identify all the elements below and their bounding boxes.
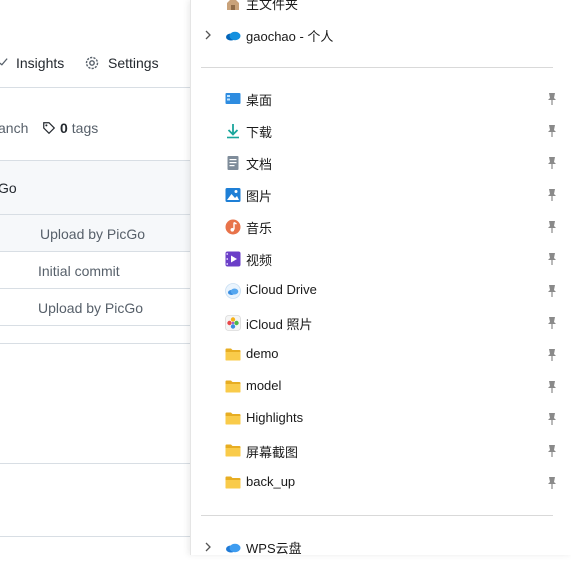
- nav-item-desktop[interactable]: 桌面: [191, 84, 571, 114]
- nav-item-label: Highlights: [246, 410, 304, 425]
- nav-item-pictures[interactable]: 图片: [191, 180, 571, 210]
- nav-item-screenshots[interactable]: 屏幕截图: [191, 436, 571, 466]
- folder-icon: [225, 476, 241, 489]
- nav-separator: [201, 67, 553, 68]
- latest-commit-fragment: Go: [0, 180, 17, 196]
- home-icon: [227, 0, 239, 10]
- divider: [0, 343, 200, 344]
- nav-item-label: iCloud Drive: [246, 282, 317, 297]
- nav-item-model[interactable]: model: [191, 372, 571, 402]
- tags-label: tags: [71, 120, 99, 136]
- tab-settings-label: Settings: [108, 55, 159, 71]
- nav-item-label: gaochao - 个人: [246, 29, 334, 44]
- folder-icon: [225, 444, 241, 457]
- divider: [0, 87, 200, 88]
- nav-item-label: demo: [246, 346, 279, 361]
- nav-item-label: iCloud 照片: [246, 317, 313, 332]
- pin-icon[interactable]: [546, 220, 558, 234]
- pin-icon[interactable]: [546, 380, 558, 394]
- music-icon: [225, 219, 241, 235]
- pin-icon[interactable]: [546, 476, 558, 490]
- pin-icon[interactable]: [546, 284, 558, 298]
- commit-message-link[interactable]: Initial commit: [38, 263, 120, 279]
- nav-item-label: 音乐: [246, 221, 273, 236]
- nav-separator: [201, 515, 553, 516]
- nav-item-label: back_up: [246, 474, 296, 489]
- tab-insights-label: Insights: [16, 55, 65, 71]
- nav-item-label: 文档: [246, 157, 273, 172]
- nav-item-label: model: [246, 378, 282, 393]
- divider: [0, 251, 200, 252]
- pin-icon[interactable]: [546, 252, 558, 266]
- nav-item-home[interactable]: 主文件夹: [191, 0, 571, 18]
- commit-header: [0, 161, 200, 214]
- nav-item-label: 图片: [246, 189, 273, 204]
- tags-count: 0: [60, 120, 68, 136]
- nav-item-label: 下载: [246, 125, 273, 140]
- commit-message-link[interactable]: Upload by PicGo: [38, 300, 143, 316]
- nav-item-documents[interactable]: 文档: [191, 148, 571, 178]
- document-icon: [227, 156, 239, 170]
- nav-item-videos[interactable]: 视频: [191, 244, 571, 274]
- pin-icon[interactable]: [546, 316, 558, 330]
- nav-item-demo[interactable]: demo: [191, 340, 571, 370]
- nav-item-label: 桌面: [246, 93, 273, 108]
- commit-message-link[interactable]: Upload by PicGo: [40, 226, 145, 242]
- nav-item-icloud-drive[interactable]: iCloud Drive: [191, 276, 571, 306]
- chevron-right-icon[interactable]: [203, 28, 213, 42]
- pin-icon[interactable]: [546, 348, 558, 362]
- nav-item-label: 主文件夹: [246, 0, 299, 12]
- pin-icon[interactable]: [546, 188, 558, 202]
- nav-item-highlights[interactable]: Highlights: [191, 404, 571, 434]
- pin-icon[interactable]: [546, 156, 558, 170]
- folder-icon: [225, 348, 241, 361]
- nav-item-back-up[interactable]: back_up: [191, 468, 571, 498]
- pin-icon[interactable]: [546, 412, 558, 426]
- folder-icon: [225, 380, 241, 393]
- pictures-icon: [225, 188, 241, 202]
- tab-settings[interactable]: Settings: [84, 55, 159, 71]
- tag-icon: [43, 122, 56, 135]
- nav-item-onedrive[interactable]: gaochao - 个人: [191, 20, 571, 50]
- github-repo-background: Insights Settings anch 0 tags Go Upload …: [0, 0, 200, 555]
- nav-item-icloud-photos[interactable]: iCloud 照片: [191, 308, 571, 338]
- wps-cloud-icon: [226, 543, 241, 553]
- divider: [0, 463, 200, 464]
- divider: [0, 536, 200, 537]
- divider: [0, 288, 200, 289]
- nav-item-music[interactable]: 音乐: [191, 212, 571, 242]
- video-icon: [225, 251, 241, 267]
- nav-item-label: WPS云盘: [246, 541, 302, 556]
- onedrive-cloud-icon: [226, 31, 241, 41]
- nav-item-label: 视频: [246, 253, 273, 268]
- explorer-navigation-pane: 主文件夹 gaochao - 个人 桌面 下载 文档 图片 音乐 视频 iClo…: [190, 0, 571, 556]
- icloud-drive-icon: [225, 283, 241, 299]
- desktop-icon: [225, 93, 241, 104]
- nav-item-label: 屏幕截图: [246, 445, 299, 460]
- insights-icon: [0, 58, 8, 66]
- nav-item-downloads[interactable]: 下载: [191, 116, 571, 146]
- icloud-photos-icon: [225, 315, 241, 331]
- pin-icon[interactable]: [546, 92, 558, 106]
- tags-link[interactable]: 0 tags: [42, 120, 98, 136]
- pin-icon[interactable]: [546, 444, 558, 458]
- gear-icon: [85, 56, 99, 70]
- pin-icon[interactable]: [546, 124, 558, 138]
- download-icon: [227, 124, 239, 139]
- branch-link[interactable]: anch: [0, 120, 28, 136]
- nav-item-wps-cloud[interactable]: WPS云盘: [191, 532, 571, 562]
- divider: [0, 325, 200, 326]
- tab-insights[interactable]: Insights: [0, 55, 64, 71]
- chevron-right-icon[interactable]: [203, 540, 213, 554]
- folder-icon: [225, 412, 241, 425]
